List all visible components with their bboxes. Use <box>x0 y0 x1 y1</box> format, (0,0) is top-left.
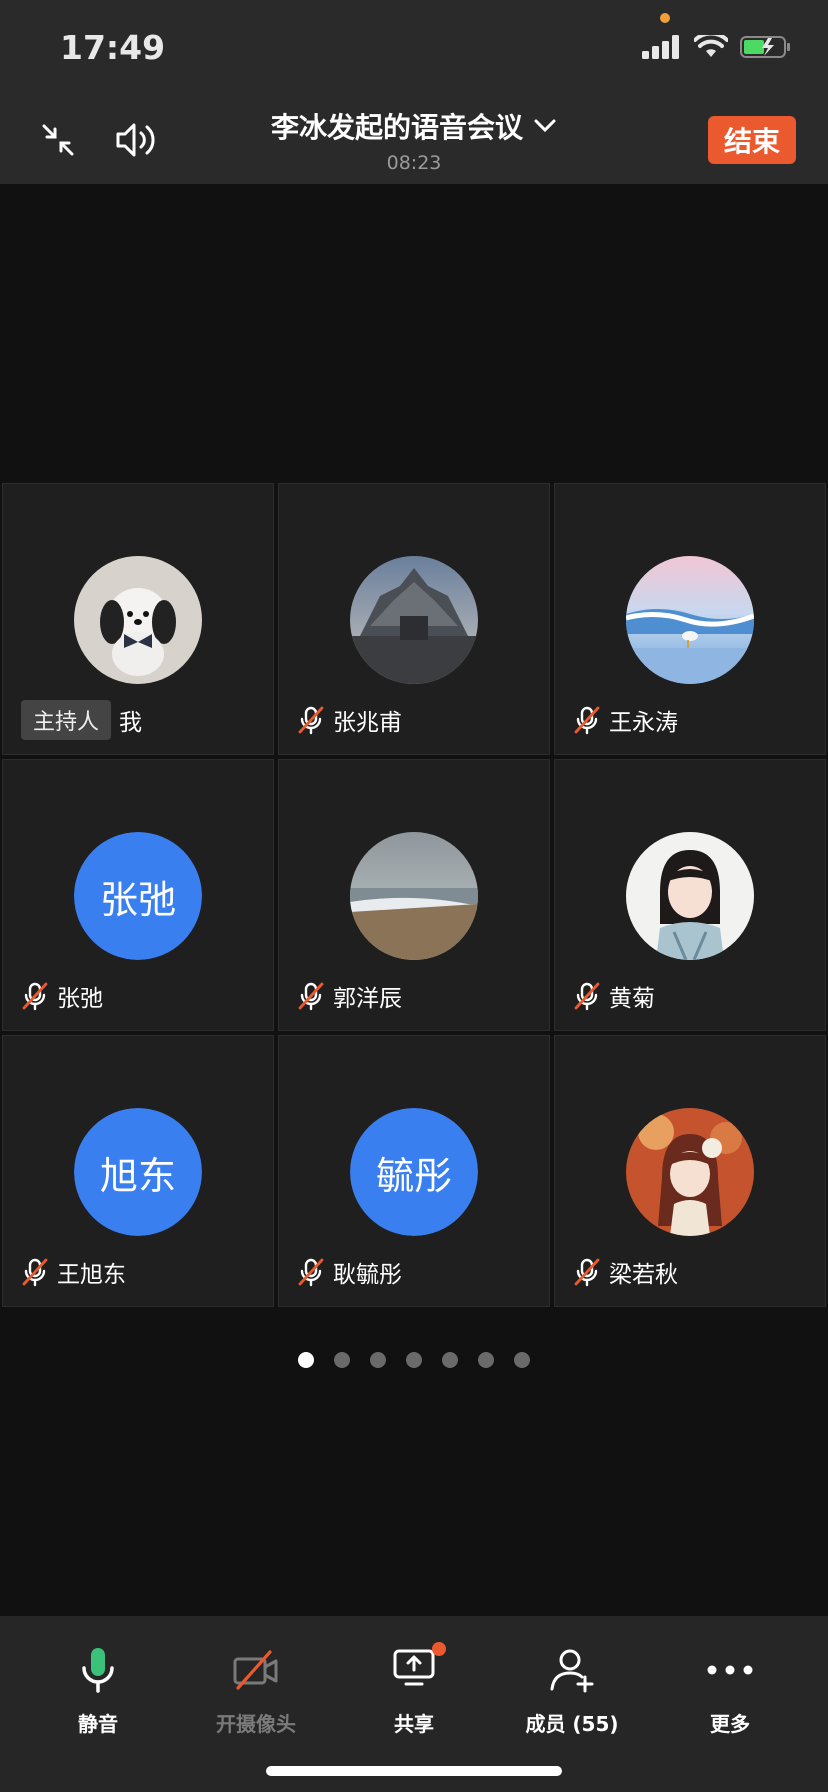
page-indicator[interactable] <box>0 1352 828 1368</box>
participant-tile[interactable]: 主持人 我 <box>2 483 274 755</box>
status-bar: 17:49 <box>0 0 828 96</box>
avatar <box>626 1108 754 1236</box>
camera-label: 开摄像头 <box>216 1712 296 1736</box>
participant-tile[interactable]: 郭洋辰 <box>278 759 550 1031</box>
host-badge: 主持人 <box>21 700 112 740</box>
meeting-timer: 08:23 <box>386 152 442 174</box>
page-dot[interactable] <box>478 1352 494 1368</box>
avatar-initials: 旭东 <box>74 1108 202 1236</box>
participant-tile[interactable]: 梁若秋 <box>554 1035 826 1307</box>
status-icons <box>642 34 792 60</box>
participant-tile[interactable]: 张兆甫 <box>278 483 550 755</box>
participant-name: 梁若秋 <box>609 1262 678 1288</box>
share-screen-icon <box>393 1649 435 1686</box>
mute-button[interactable]: 静音 <box>28 1642 168 1737</box>
participant-grid: 主持人 我 张兆甫 王永涛 张弛 张弛 郭洋辰 黄菊 旭东 王旭东 毓彤 耿毓彤… <box>2 483 828 1307</box>
avatar <box>74 556 202 684</box>
mic-muted-icon <box>298 982 324 1011</box>
mic-muted-icon <box>22 1258 48 1287</box>
avatar-initials: 张弛 <box>74 832 202 960</box>
participant-name: 王旭东 <box>57 1262 126 1288</box>
page-dot[interactable] <box>370 1352 386 1368</box>
participant-name: 我 <box>119 710 143 736</box>
avatar-initials: 毓彤 <box>350 1108 478 1236</box>
more-button[interactable]: 更多 <box>660 1642 800 1737</box>
participant-tile[interactable]: 黄菊 <box>554 759 826 1031</box>
members-button[interactable]: 成员 (55) <box>502 1642 642 1737</box>
share-button[interactable]: 共享 <box>344 1642 484 1737</box>
microphone-icon <box>82 1648 114 1693</box>
wifi-icon <box>694 35 728 57</box>
avatar: 毓彤 <box>350 1108 478 1236</box>
meeting-title-area[interactable]: 李冰发起的语音会议 08:23 <box>0 106 828 174</box>
page-dot-active[interactable] <box>298 1352 314 1368</box>
participant-name: 张兆甫 <box>333 710 402 736</box>
participant-tile[interactable]: 张弛 张弛 <box>2 759 274 1031</box>
status-time: 17:49 <box>60 28 166 67</box>
mic-muted-icon <box>574 706 600 735</box>
mic-muted-icon <box>298 706 324 735</box>
more-icon <box>707 1665 753 1675</box>
avatar <box>626 832 754 960</box>
add-member-icon <box>550 1649 594 1693</box>
camera-off-icon <box>233 1650 278 1690</box>
participant-name: 耿毓彤 <box>333 1262 402 1288</box>
avatar <box>626 556 754 684</box>
avatar: 张弛 <box>74 832 202 960</box>
participant-name: 张弛 <box>57 986 103 1012</box>
mic-muted-icon <box>22 982 48 1011</box>
participant-tile[interactable]: 王永涛 <box>554 483 826 755</box>
home-indicator[interactable] <box>266 1766 562 1776</box>
share-label: 共享 <box>394 1712 434 1736</box>
more-label: 更多 <box>710 1712 750 1736</box>
privacy-indicator-dot <box>660 13 670 23</box>
meeting-header: 李冰发起的语音会议 08:23 结束 <box>0 96 828 184</box>
participant-name: 郭洋辰 <box>333 986 402 1012</box>
end-meeting-button[interactable]: 结束 <box>708 116 796 164</box>
page-dot[interactable] <box>514 1352 530 1368</box>
mute-label: 静音 <box>78 1712 118 1736</box>
meeting-title: 李冰发起的语音会议 <box>270 111 523 144</box>
avatar <box>350 556 478 684</box>
signal-icon <box>642 35 679 59</box>
page-dot[interactable] <box>442 1352 458 1368</box>
mic-muted-icon <box>574 982 600 1011</box>
participant-tile[interactable]: 毓彤 耿毓彤 <box>278 1035 550 1307</box>
mic-muted-icon <box>574 1258 600 1287</box>
participant-tile[interactable]: 旭东 王旭东 <box>2 1035 274 1307</box>
avatar <box>350 832 478 960</box>
camera-button[interactable]: 开摄像头 <box>186 1642 326 1737</box>
participant-name: 黄菊 <box>609 986 655 1012</box>
members-label: 成员 (55) <box>525 1712 619 1736</box>
battery-icon <box>740 36 790 58</box>
mic-muted-icon <box>298 1258 324 1287</box>
page-dot[interactable] <box>406 1352 422 1368</box>
share-notification-dot <box>432 1642 446 1656</box>
page-dot[interactable] <box>334 1352 350 1368</box>
chevron-down-icon <box>534 119 556 133</box>
avatar: 旭东 <box>74 1108 202 1236</box>
participant-name: 王永涛 <box>609 710 678 736</box>
